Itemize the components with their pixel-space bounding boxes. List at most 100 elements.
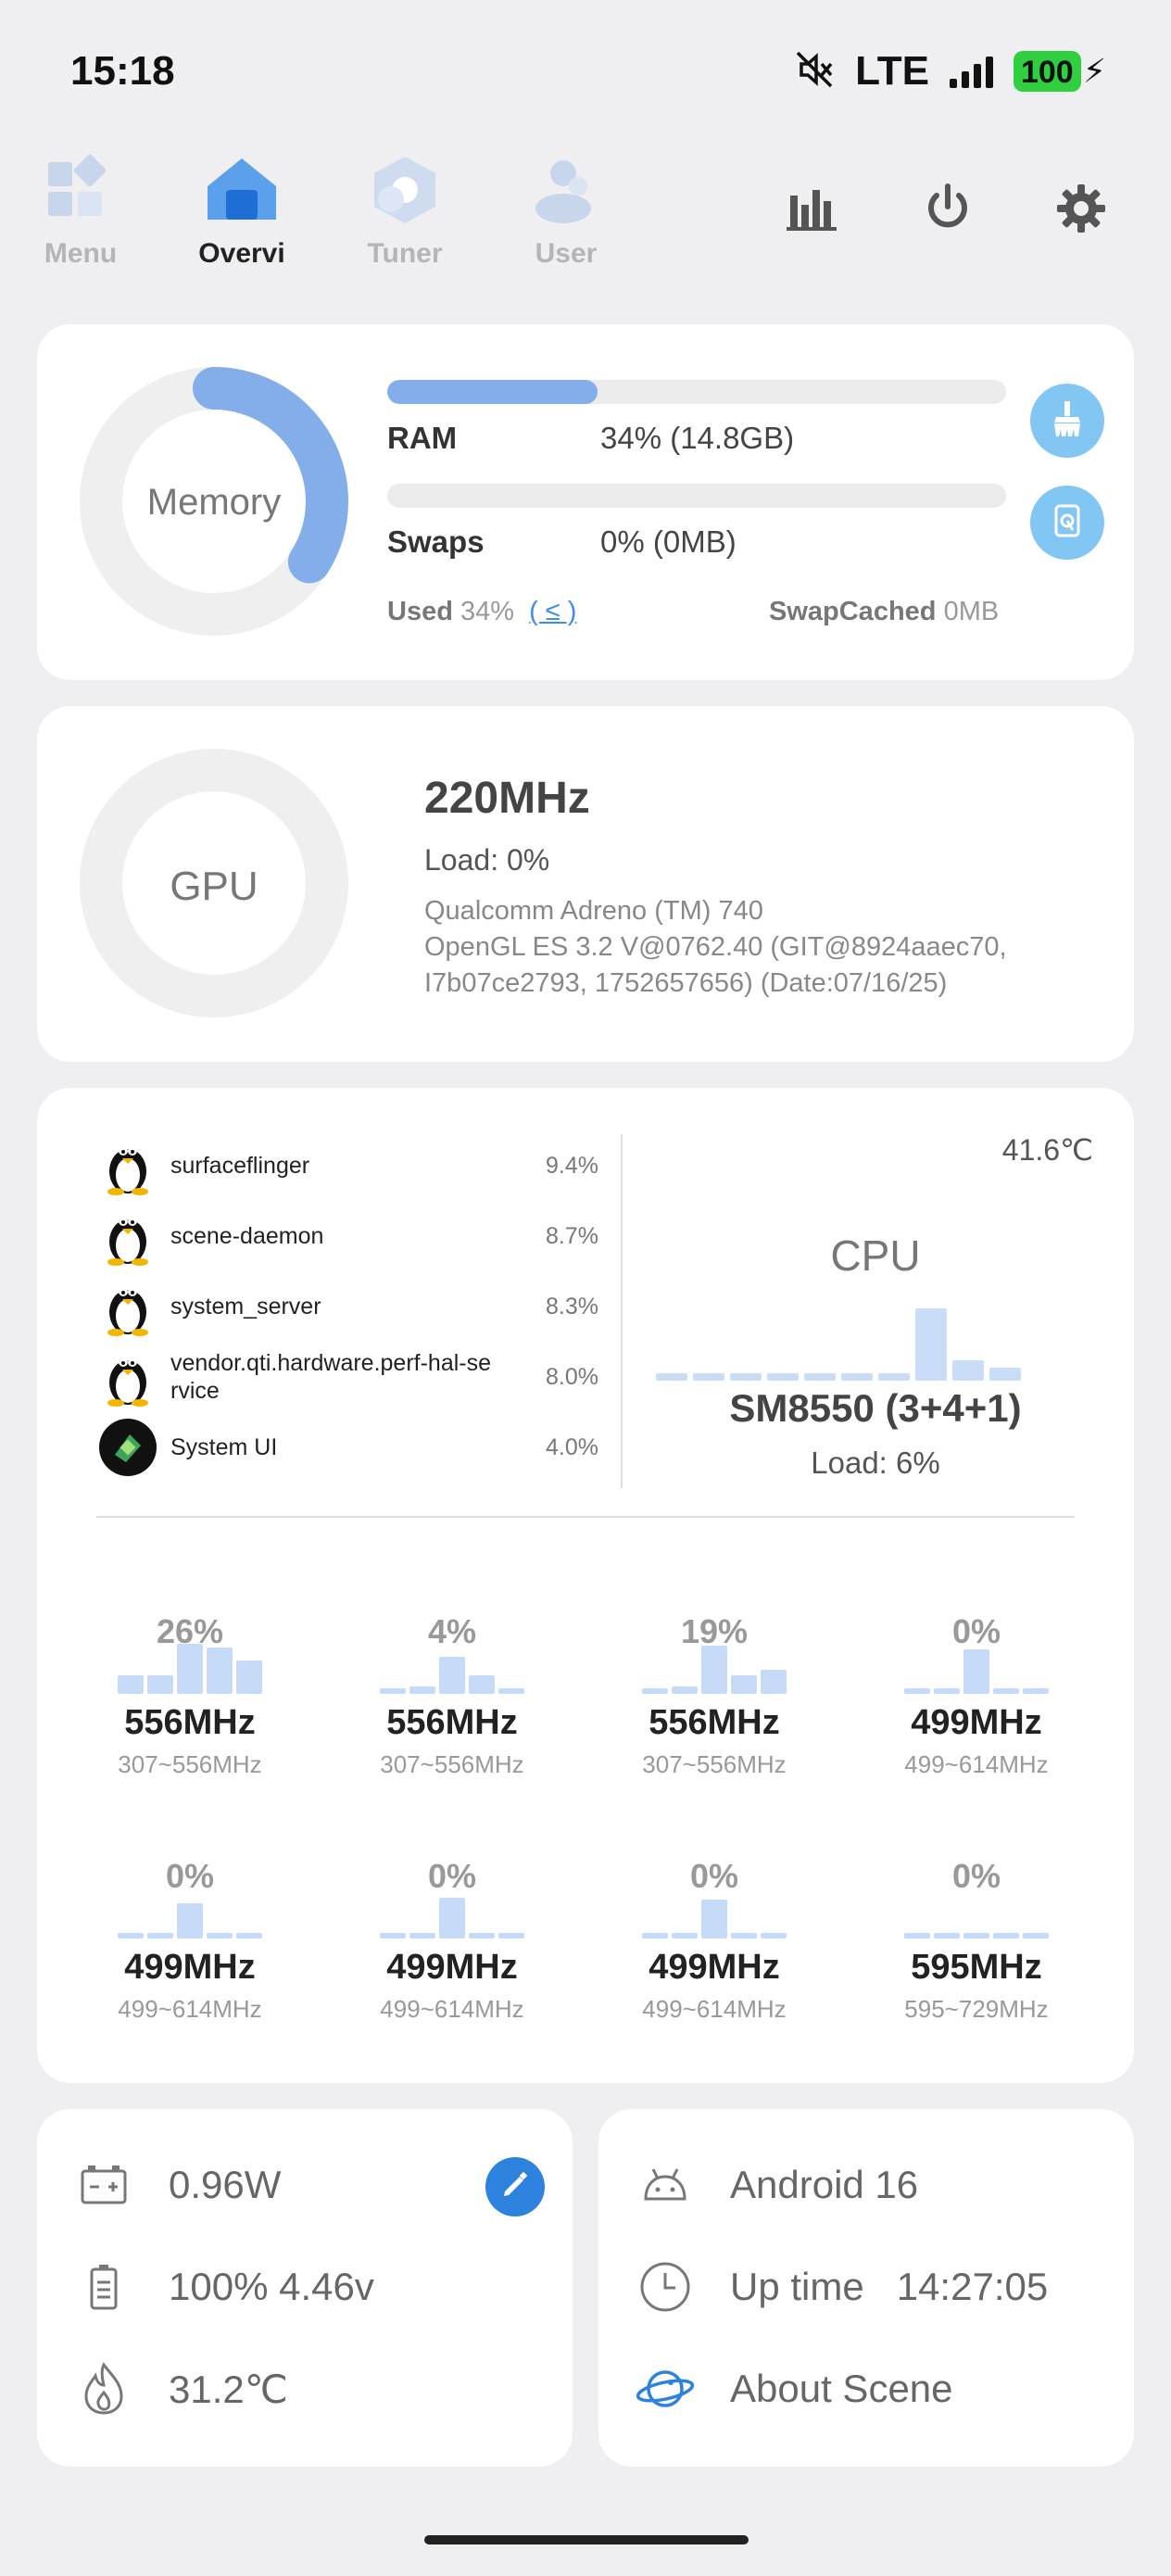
- process-usage: 8.3%: [546, 1293, 598, 1320]
- tab-label: Menu: [44, 238, 118, 269]
- uptime-row: Up time 14:27:05: [636, 2250, 1048, 2324]
- about-scene-label[interactable]: About Scene: [730, 2367, 953, 2411]
- storage-drive-icon: [1047, 500, 1088, 546]
- pencil-icon: [499, 2169, 531, 2205]
- cpu-card[interactable]: surfaceflinger 9.4% scene-daemon 8.7% sy…: [37, 1088, 1134, 2083]
- process-usage: 8.7%: [546, 1222, 598, 1249]
- battery-status: 100% 4.46v: [169, 2265, 374, 2308]
- battery-icon: [74, 2257, 133, 2317]
- battery-level: 100: [1013, 51, 1081, 92]
- process-row[interactable]: System UI 4.0%: [98, 1414, 598, 1481]
- charging-icon: ⚡: [1082, 52, 1106, 90]
- settings-button[interactable]: [1049, 178, 1114, 243]
- tab-user[interactable]: User: [506, 153, 626, 270]
- process-row[interactable]: vendor.qti.hardware.perf-hal-se rvice 8.…: [98, 1344, 598, 1410]
- core-range: 307~556MHz: [380, 1750, 524, 1778]
- tab-label: User: [535, 238, 598, 269]
- power-row: 0.96W: [74, 2148, 281, 2222]
- system-ui-icon: [98, 1418, 157, 1477]
- process-name: vendor.qti.hardware.perf-hal-se rvice: [170, 1350, 492, 1404]
- power-card[interactable]: 0.96W 100% 4.46v 31.2℃: [37, 2109, 573, 2467]
- memory-card[interactable]: Memory RAM 34% (14.8GB) Swaps 0% (0MB) U…: [37, 324, 1134, 680]
- cpu-core: 0% 595MHz 595~729MHz: [865, 1857, 1088, 2024]
- vertical-divider: [621, 1134, 623, 1488]
- swapcached-stat: SwapCached 0MB: [769, 597, 999, 627]
- memory-donut-label: Memory: [146, 482, 282, 523]
- used-detail-link[interactable]: ( ≤ ): [529, 597, 576, 626]
- process-row[interactable]: surfaceflinger 9.4%: [98, 1132, 598, 1199]
- process-row[interactable]: scene-daemon 8.7%: [98, 1203, 598, 1269]
- tuner-gear-icon: [363, 153, 447, 227]
- clear-memory-button[interactable]: [1030, 384, 1104, 458]
- power-button[interactable]: [915, 178, 980, 243]
- user-icon: [524, 153, 608, 227]
- used-label: Used: [387, 597, 453, 626]
- android-version: Android 16: [730, 2163, 919, 2206]
- power-icon: [922, 183, 974, 239]
- edit-button[interactable]: [485, 2157, 545, 2216]
- cpu-core: 26% 556MHz 307~556MHz: [79, 1612, 301, 1779]
- cpu-load: Load: 6%: [811, 1446, 940, 1480]
- status-bar: 15:18 LTE 100 ⚡: [0, 0, 1171, 148]
- ram-bar: [387, 380, 1006, 404]
- cpu-title: CPU: [830, 1231, 921, 1280]
- gear-icon: [1055, 183, 1107, 239]
- about-scene-row[interactable]: About Scene: [636, 2352, 953, 2426]
- bar-chart-button[interactable]: [780, 178, 845, 243]
- battery-indicator: 100 ⚡: [1013, 51, 1106, 92]
- process-name: system_server: [170, 1294, 321, 1320]
- core-frequency: 556MHz: [124, 1703, 256, 1742]
- swaps-label: Swaps: [387, 524, 485, 559]
- linux-penguin-icon: [98, 1206, 157, 1266]
- device-temperature: 31.2℃: [169, 2367, 288, 2411]
- cpu-core: 0% 499MHz 499~614MHz: [865, 1612, 1088, 1779]
- cpu-core: 0% 499MHz 499~614MHz: [341, 1857, 563, 2024]
- process-name: System UI: [170, 1434, 278, 1460]
- process-name: scene-daemon: [170, 1223, 324, 1249]
- system-card[interactable]: Android 16 Up time 14:27:05 About Scene: [598, 2109, 1134, 2467]
- network-type: LTE: [855, 48, 929, 94]
- core-frequency: 556MHz: [648, 1703, 780, 1742]
- tab-overview[interactable]: Overvi: [182, 153, 302, 270]
- used-stat: Used 34% ( ≤ ): [387, 597, 576, 627]
- cpu-temperature: 41.6℃: [1001, 1133, 1093, 1167]
- core-bars: [79, 1640, 301, 1694]
- core-range: 595~729MHz: [904, 1995, 1049, 2023]
- core-frequency: 499MHz: [648, 1948, 780, 1987]
- swaps-value: 0% (0MB): [600, 524, 737, 559]
- tab-menu[interactable]: Menu: [20, 153, 141, 270]
- tab-tuner[interactable]: Tuner: [345, 153, 465, 270]
- swapcached-label: SwapCached: [769, 597, 937, 626]
- gpu-card[interactable]: GPU 220MHz Load: 0% Qualcomm Adreno (TM)…: [37, 706, 1134, 1062]
- battery-charge-icon: [74, 2155, 133, 2215]
- core-range: 499~614MHz: [642, 1995, 787, 2023]
- linux-penguin-icon: [98, 1136, 157, 1195]
- ram-bar-fill: [387, 380, 598, 404]
- home-indicator[interactable]: [424, 2535, 749, 2544]
- flame-icon: [74, 2359, 133, 2418]
- process-row[interactable]: system_server 8.3%: [98, 1273, 598, 1340]
- cpu-core: 0% 499MHz 499~614MHz: [79, 1857, 301, 2024]
- core-range: 499~614MHz: [904, 1750, 1049, 1778]
- android-icon: [636, 2155, 695, 2215]
- gpu-opengl-version: OpenGL ES 3.2 V@0762.40 (GIT@8924aaec70,…: [424, 932, 1007, 998]
- tab-label: Tuner: [367, 238, 443, 269]
- core-frequency: 595MHz: [911, 1948, 1042, 1987]
- process-usage: 9.4%: [546, 1152, 598, 1179]
- core-range: 307~556MHz: [118, 1750, 262, 1778]
- menu-grid-icon: [39, 153, 122, 227]
- status-icons: LTE 100 ⚡: [794, 48, 1106, 95]
- core-frequency: 499MHz: [124, 1948, 256, 1987]
- clock-icon: [636, 2257, 695, 2317]
- mute-icon: [794, 49, 835, 95]
- gpu-frequency: 220MHz: [424, 774, 590, 823]
- swap-settings-button[interactable]: [1030, 486, 1104, 560]
- core-bars: [603, 1640, 825, 1694]
- gpu-info: Qualcomm Adreno (TM) 740 OpenGL ES 3.2 V…: [424, 893, 1128, 1002]
- android-version-row: Android 16: [636, 2148, 918, 2222]
- status-time: 15:18: [70, 48, 175, 94]
- broom-icon: [1047, 398, 1088, 444]
- uptime: Up time 14:27:05: [730, 2265, 1049, 2308]
- cpu-overall-bars: [656, 1308, 1021, 1381]
- core-range: 307~556MHz: [642, 1750, 787, 1778]
